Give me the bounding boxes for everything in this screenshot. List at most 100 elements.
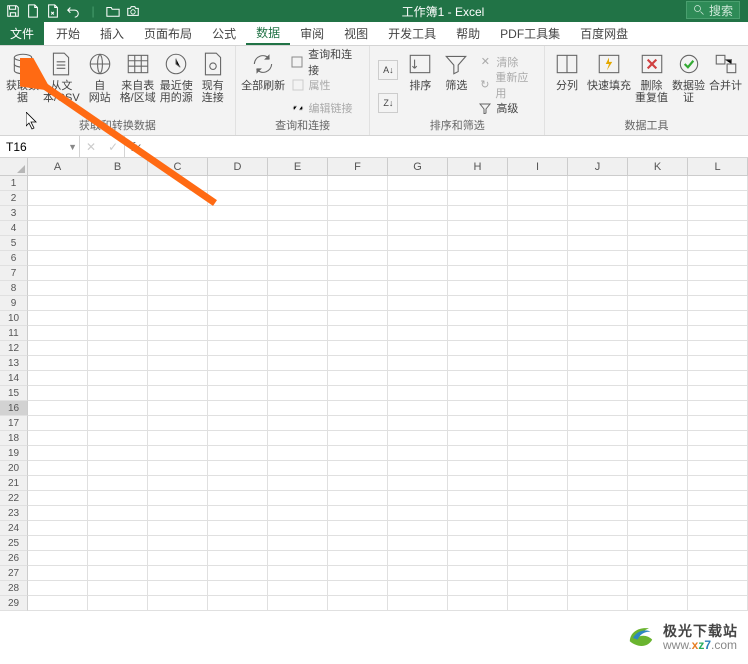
column-header[interactable]: I [508, 158, 568, 176]
cell[interactable] [508, 326, 568, 341]
cell[interactable] [208, 236, 268, 251]
cell[interactable] [268, 281, 328, 296]
cell[interactable] [28, 206, 88, 221]
save-as-icon[interactable] [44, 2, 62, 20]
cell[interactable] [508, 581, 568, 596]
cell[interactable] [328, 221, 388, 236]
cell[interactable] [268, 536, 328, 551]
cell[interactable] [388, 566, 448, 581]
cell[interactable] [508, 476, 568, 491]
row-header[interactable]: 29 [0, 596, 28, 611]
cell[interactable] [208, 191, 268, 206]
cell[interactable] [328, 386, 388, 401]
cell[interactable] [688, 221, 748, 236]
cell[interactable] [268, 356, 328, 371]
cell[interactable] [628, 266, 688, 281]
cell[interactable] [388, 521, 448, 536]
cell[interactable] [148, 581, 208, 596]
cell[interactable] [88, 416, 148, 431]
properties-button[interactable]: 属性 [291, 75, 362, 95]
cell[interactable] [448, 581, 508, 596]
cell[interactable] [208, 296, 268, 311]
cell[interactable] [628, 206, 688, 221]
row-header[interactable]: 7 [0, 266, 28, 281]
tab-pdf[interactable]: PDF工具集 [490, 22, 570, 45]
column-header[interactable]: E [268, 158, 328, 176]
cell[interactable] [568, 461, 628, 476]
cell[interactable] [568, 476, 628, 491]
sort-button[interactable]: 排序 [402, 48, 438, 119]
cell[interactable] [508, 416, 568, 431]
cell[interactable] [208, 356, 268, 371]
cell[interactable] [208, 536, 268, 551]
cell[interactable] [688, 326, 748, 341]
cell[interactable] [208, 461, 268, 476]
cell[interactable] [688, 506, 748, 521]
cell[interactable] [568, 596, 628, 611]
cell[interactable] [148, 536, 208, 551]
cell[interactable] [208, 551, 268, 566]
cell[interactable] [568, 251, 628, 266]
cell[interactable] [88, 176, 148, 191]
cell[interactable] [88, 461, 148, 476]
reapply-button[interactable]: ↻重新应用 [478, 75, 536, 95]
cell[interactable] [328, 581, 388, 596]
cell[interactable] [208, 326, 268, 341]
cell[interactable] [328, 461, 388, 476]
cell[interactable] [268, 551, 328, 566]
cell[interactable] [148, 446, 208, 461]
search-box[interactable]: 搜索 [686, 1, 740, 19]
cell[interactable] [148, 596, 208, 611]
cell[interactable] [388, 386, 448, 401]
cell[interactable] [88, 551, 148, 566]
cell[interactable] [28, 176, 88, 191]
cell[interactable] [448, 281, 508, 296]
cell[interactable] [28, 221, 88, 236]
cell[interactable] [508, 206, 568, 221]
cell[interactable] [88, 371, 148, 386]
cell[interactable] [148, 566, 208, 581]
cell[interactable] [268, 431, 328, 446]
cell[interactable] [628, 326, 688, 341]
cell[interactable] [148, 206, 208, 221]
cell[interactable] [208, 506, 268, 521]
cell[interactable] [448, 341, 508, 356]
from-csv-button[interactable]: 从文 本/CSV [41, 48, 82, 119]
cell[interactable] [148, 386, 208, 401]
cell[interactable] [448, 371, 508, 386]
new-icon[interactable] [24, 2, 42, 20]
tab-dev[interactable]: 开发工具 [378, 22, 446, 45]
cell[interactable] [568, 551, 628, 566]
cell[interactable] [508, 221, 568, 236]
cell[interactable] [508, 551, 568, 566]
cell[interactable] [268, 236, 328, 251]
cell[interactable] [688, 251, 748, 266]
row-header[interactable]: 21 [0, 476, 28, 491]
cell[interactable] [388, 191, 448, 206]
cell[interactable] [328, 311, 388, 326]
cell[interactable] [328, 506, 388, 521]
row-header[interactable]: 14 [0, 371, 28, 386]
cell[interactable] [508, 446, 568, 461]
tab-insert[interactable]: 插入 [90, 22, 134, 45]
column-header[interactable]: K [628, 158, 688, 176]
cell[interactable] [688, 596, 748, 611]
row-header[interactable]: 25 [0, 536, 28, 551]
cell[interactable] [148, 491, 208, 506]
cell[interactable] [88, 386, 148, 401]
cell[interactable] [268, 491, 328, 506]
cell[interactable] [268, 266, 328, 281]
cell[interactable] [388, 266, 448, 281]
cell[interactable] [388, 506, 448, 521]
cell[interactable] [328, 476, 388, 491]
cell[interactable] [28, 476, 88, 491]
recent-sources-button[interactable]: 最近使 用的源 [158, 48, 195, 119]
cell[interactable] [628, 551, 688, 566]
cell[interactable] [148, 266, 208, 281]
cell[interactable] [568, 446, 628, 461]
cell[interactable] [628, 176, 688, 191]
cell[interactable] [208, 581, 268, 596]
cell[interactable] [28, 191, 88, 206]
cell[interactable] [88, 236, 148, 251]
cell[interactable] [688, 371, 748, 386]
